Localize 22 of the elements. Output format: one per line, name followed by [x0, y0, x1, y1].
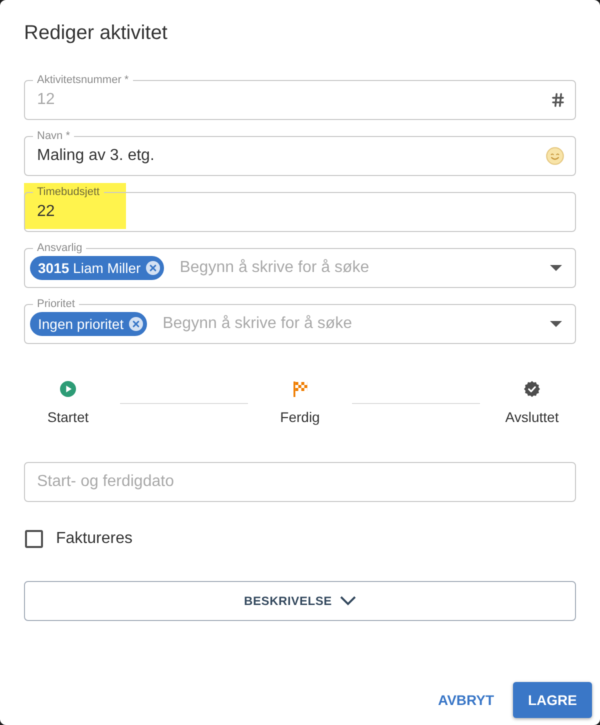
smiley-icon[interactable]	[546, 147, 564, 165]
chip-label: 3015 Liam Miller	[38, 259, 141, 277]
save-button[interactable]: LAGRE	[513, 682, 592, 718]
step-label: Ferdig	[280, 409, 320, 425]
cancel-button[interactable]: AVBRYT	[426, 682, 506, 718]
checkbox[interactable]	[25, 530, 43, 548]
search-input[interactable]: Begynn å skrive for å søke	[162, 313, 542, 335]
step-label: Startet	[47, 409, 89, 425]
field-label: Timebudsjett	[33, 185, 104, 199]
step-label: Avsluttet	[505, 409, 559, 425]
caret-icon[interactable]	[550, 321, 562, 327]
remove-icon[interactable]	[146, 261, 160, 275]
checkbox-label: Faktureres	[56, 529, 132, 549]
hash-icon	[552, 93, 564, 107]
caret-icon[interactable]	[550, 265, 562, 271]
remove-icon[interactable]	[128, 317, 143, 331]
search-input[interactable]: Begynn å skrive for å søke	[180, 257, 542, 279]
description-toggle[interactable]: BESKRIVELSE	[24, 581, 576, 621]
chip-label: Ingen prioritet	[38, 315, 124, 333]
date-range-field[interactable]: Start- og ferdigdato	[24, 462, 576, 502]
field-label: Ansvarlig	[33, 241, 86, 255]
dialog-title: Rediger aktivitet	[24, 21, 168, 46]
